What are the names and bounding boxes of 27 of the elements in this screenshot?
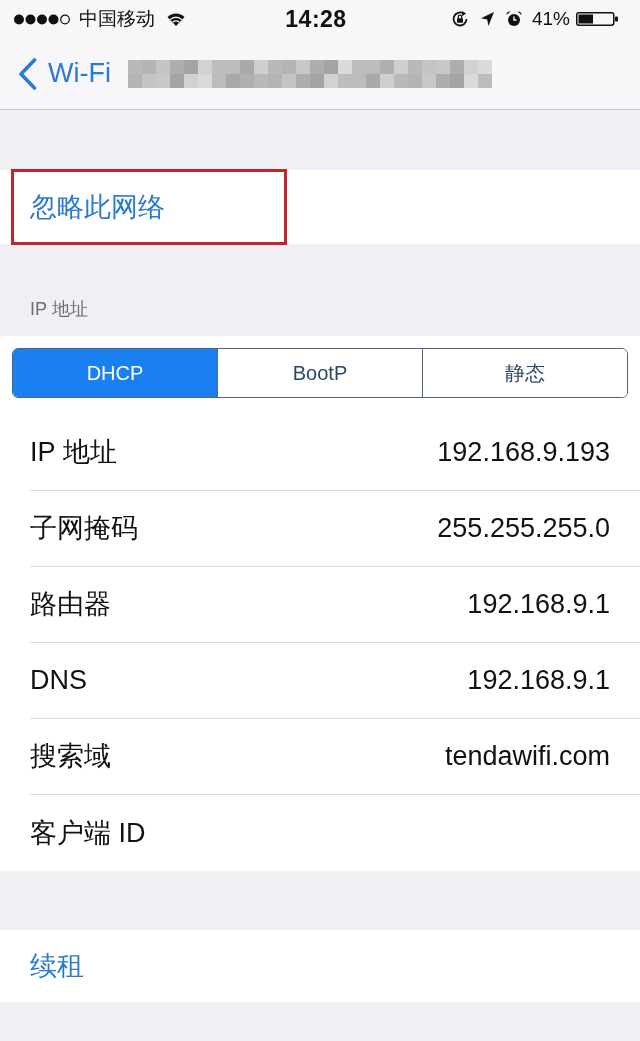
battery-percentage: 41% [531,6,570,31]
section-header: IP 地址 [30,298,88,321]
rotation-lock-icon [450,10,469,28]
back-chevron-icon [18,57,37,90]
row-value: tendawifi.com [444,740,610,774]
row-label: 子网掩码 [30,512,138,546]
battery-icon [576,12,618,26]
row-label: DNS [30,664,87,698]
row-value: 192.168.9.1 [467,588,610,622]
status-time: 14:28 [285,4,347,34]
location-arrow-icon [480,12,494,26]
row-value: 255.255.255.0 [437,512,610,546]
wifi-icon [167,12,185,26]
renew-lease-button[interactable]: 续租 [0,930,640,1002]
segment-tab[interactable]: DHCP [13,349,217,397]
forget-network-button[interactable]: 忽略此网络 [0,170,640,244]
back-button[interactable]: Wi-Fi [18,57,111,90]
signal-icon [14,13,71,25]
row-label: 搜索域 [30,740,111,774]
row-label: 路由器 [30,588,111,622]
row-value: 192.168.9.193 [437,436,610,470]
carrier-name: 中国移动 [79,6,155,31]
alarm-clock-icon [505,11,522,27]
row-label: 客户端 ID [30,816,146,850]
row-label: IP 地址 [30,436,117,470]
row-value: 192.168.9.1 [467,664,610,698]
segment-tab[interactable]: 静态 [422,349,627,397]
